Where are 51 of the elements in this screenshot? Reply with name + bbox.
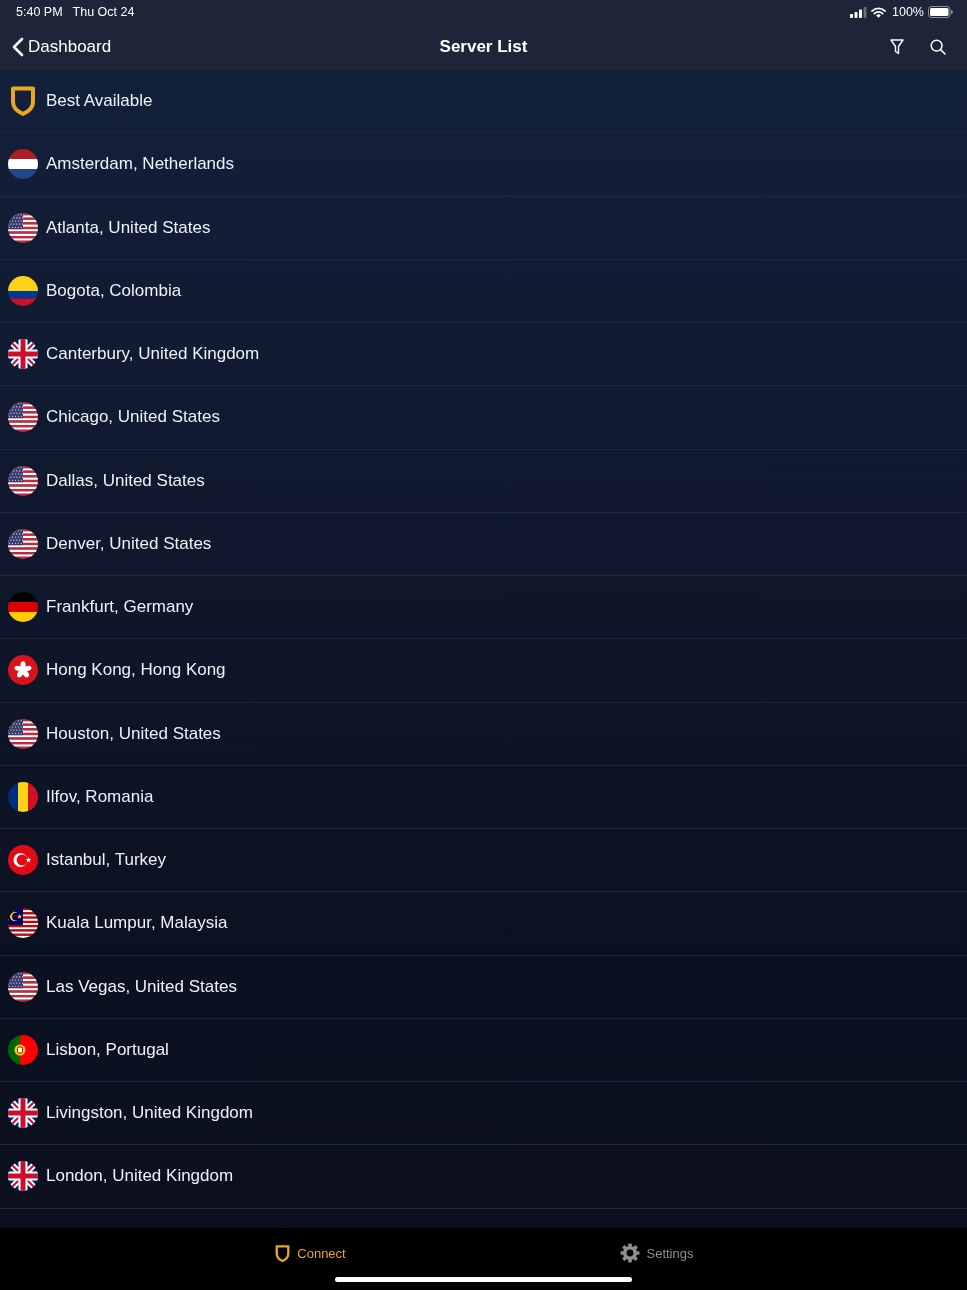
battery-percent: 100% [892,5,924,19]
netherlands-flag-icon [8,149,38,180]
server-list-item[interactable]: Chicago, United States [0,386,967,450]
romania-flag-icon [8,781,38,812]
back-button[interactable]: Dashboard [0,30,116,64]
uk-flag-icon [8,339,38,370]
gear-icon [619,1243,640,1263]
server-list-item[interactable]: Canterbury, United Kingdom [0,323,967,387]
server-list-item[interactable]: Istanbul, Turkey [0,829,967,893]
server-list-item[interactable]: Bogota, Colombia [0,259,967,323]
chevron-left-icon [12,37,24,57]
status-time: 5:40 PM [16,5,63,19]
us-flag-icon [8,402,38,433]
germany-flag-icon [8,592,38,623]
uk-flag-icon [8,1098,38,1129]
turkey-flag-icon [8,845,38,876]
server-list-item[interactable]: Houston, United States [0,702,967,766]
server-list-item[interactable]: Las Vegas, United States [0,955,967,1019]
screen-title: Server List [439,37,528,57]
portugal-flag-icon [8,1034,38,1065]
server-list-item[interactable]: Best Available [0,70,967,134]
server-list-item[interactable]: Atlanta, United States [0,196,967,260]
server-list-item[interactable]: Denver, United States [0,512,967,576]
hong-kong-flag-icon [8,655,38,686]
server-list-item[interactable]: Dallas, United States [0,449,967,513]
server-list-item[interactable]: Amsterdam, Netherlands [0,133,967,197]
server-list-item[interactable]: Frankfurt, Germany [0,576,967,640]
shield-icon [10,85,36,118]
status-date: Thu Oct 24 [72,5,135,19]
us-flag-icon [8,465,38,496]
malaysia-flag-icon [8,908,38,939]
server-list-item[interactable]: Livingston, United Kingdom [0,1082,967,1146]
server-list-item[interactable]: Hong Kong, Hong Kong [0,639,967,703]
shield-icon [275,1243,291,1263]
search-icon [930,39,946,55]
us-flag-icon [8,718,38,749]
filter-icon [890,39,904,55]
wifi-icon [871,6,886,18]
signal-icon [850,6,867,18]
colombia-flag-icon [8,275,38,306]
server-list-item[interactable]: Ilfov, Romania [0,765,967,829]
uk-flag-icon [8,1161,38,1192]
tab-button[interactable]: Connect [137,1241,484,1265]
server-list-item[interactable]: London, United Kingdom [0,1145,967,1209]
us-flag-icon [8,528,38,559]
server-list-item[interactable]: Kuala Lumpur, Malaysia [0,892,967,956]
server-list-item[interactable]: Lisbon, Portugal [0,1018,967,1082]
us-flag-icon [8,212,38,243]
us-flag-icon [8,971,38,1002]
battery-icon [928,6,953,18]
tab-button[interactable]: Settings [483,1241,830,1265]
